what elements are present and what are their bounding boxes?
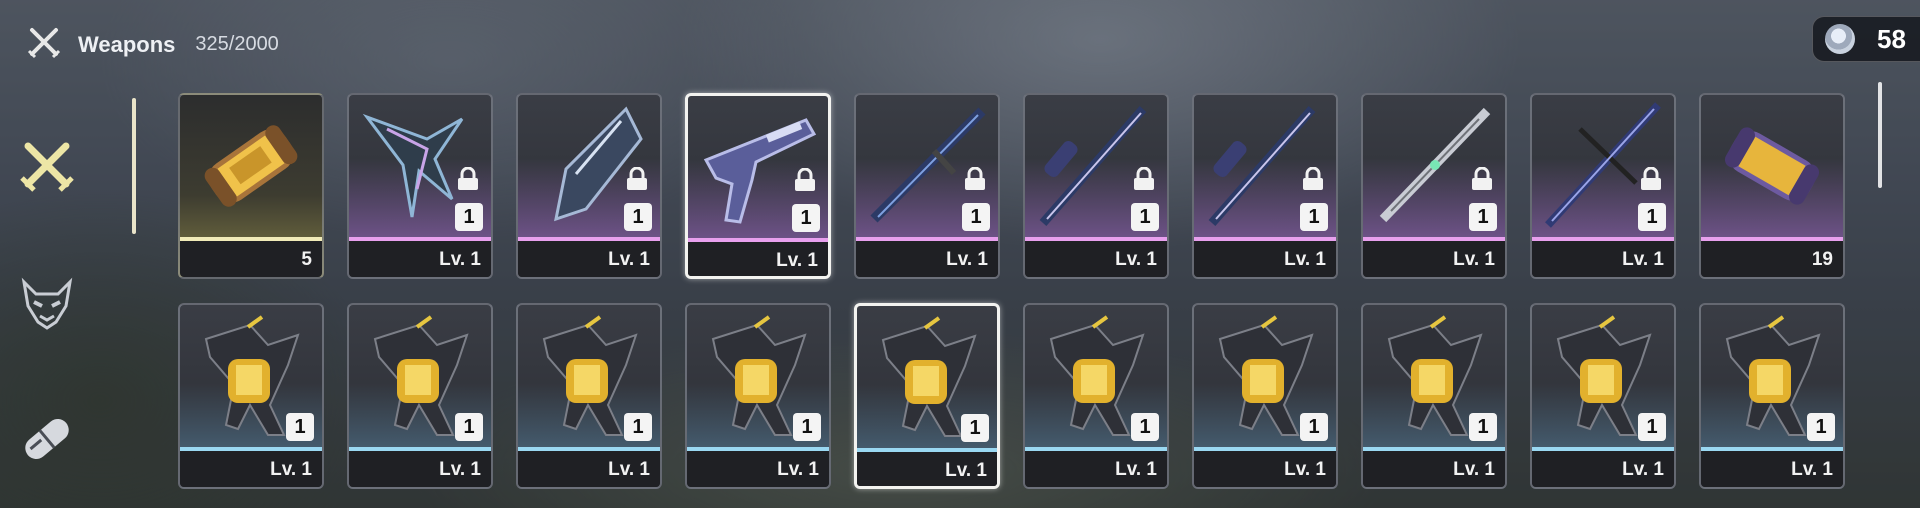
rank-badge: 1 bbox=[792, 204, 820, 232]
card-footer-label: Lv. 1 bbox=[1532, 241, 1674, 277]
card-footer-label: Lv. 1 bbox=[687, 451, 829, 487]
weapon-card-broadblade[interactable]: 1 Lv. 1 bbox=[516, 93, 662, 279]
weapon-card-gold-gauntlet[interactable]: 1 Lv. 1 bbox=[1699, 303, 1845, 489]
rank-badge: 1 bbox=[1469, 413, 1497, 441]
card-footer-label: Lv. 1 bbox=[180, 451, 322, 487]
card-footer-label: Lv. 1 bbox=[1363, 241, 1505, 277]
rank-badge: 1 bbox=[1638, 203, 1666, 231]
card-footer-label: 19 bbox=[1701, 241, 1843, 277]
weapon-card-rectifier[interactable]: 1 Lv. 1 bbox=[1192, 93, 1338, 279]
card-footer-label: Lv. 1 bbox=[1194, 241, 1336, 277]
card-footer-label: Lv. 1 bbox=[518, 451, 660, 487]
weapon-card-pistol[interactable]: 1 Lv. 1 bbox=[685, 93, 831, 279]
card-footer-label: Lv. 1 bbox=[518, 241, 660, 277]
weapon-card-rectifier[interactable]: 1 Lv. 1 bbox=[1023, 93, 1169, 279]
weapon-card-sword[interactable]: 1 Lv. 1 bbox=[854, 93, 1000, 279]
lock-icon bbox=[795, 168, 815, 191]
lock-icon bbox=[965, 167, 985, 190]
inventory-count: 325/2000 bbox=[195, 33, 279, 55]
purple-capsule-icon bbox=[1724, 127, 1820, 205]
crossed-swords-icon bbox=[24, 22, 64, 67]
rank-badge: 1 bbox=[1300, 203, 1328, 231]
card-footer-label: 5 bbox=[180, 241, 322, 277]
weapon-card-gold-gauntlet[interactable]: 1 Lv. 1 bbox=[1530, 303, 1676, 489]
card-footer-label: Lv. 1 bbox=[1363, 451, 1505, 487]
page-header: Weapons 325/2000 bbox=[24, 22, 279, 67]
card-footer-label: Lv. 1 bbox=[1532, 451, 1674, 487]
lock-icon bbox=[627, 167, 647, 190]
rank-badge: 1 bbox=[961, 414, 989, 442]
currency-amount: 58 bbox=[1877, 23, 1906, 54]
tab-weapons[interactable] bbox=[12, 130, 82, 200]
scrollbar[interactable] bbox=[1878, 82, 1882, 188]
card-footer-label: Lv. 1 bbox=[349, 241, 491, 277]
tab-echoes[interactable] bbox=[12, 268, 82, 338]
weapon-card-gold-gauntlet[interactable]: 1 Lv. 1 bbox=[685, 303, 831, 489]
card-footer-label: Lv. 1 bbox=[349, 451, 491, 487]
card-footer-label: Lv. 1 bbox=[856, 241, 998, 277]
weapon-card-gold-gauntlet[interactable]: 1 Lv. 1 bbox=[1361, 303, 1507, 489]
weapon-card-gold-gauntlet[interactable]: 1 Lv. 1 bbox=[178, 303, 324, 489]
lock-icon bbox=[458, 167, 478, 190]
rank-badge: 1 bbox=[624, 413, 652, 441]
card-footer-label: Lv. 1 bbox=[1025, 241, 1167, 277]
demon-mask-icon bbox=[21, 277, 73, 330]
card-footer-label: Lv. 1 bbox=[688, 242, 828, 276]
lock-icon bbox=[1134, 167, 1154, 190]
capsule-icon bbox=[25, 419, 69, 459]
card-footer-label: Lv. 1 bbox=[1701, 451, 1843, 487]
lock-icon bbox=[1472, 167, 1492, 190]
weapon-card-gold-gauntlet[interactable]: 1 Lv. 1 bbox=[516, 303, 662, 489]
rank-badge: 1 bbox=[455, 413, 483, 441]
weapon-card-blade[interactable]: 1 Lv. 1 bbox=[1361, 93, 1507, 279]
rank-badge: 1 bbox=[455, 203, 483, 231]
lock-icon bbox=[1641, 167, 1661, 190]
crossed-swords-icon bbox=[20, 142, 74, 192]
rank-badge: 1 bbox=[1469, 203, 1497, 231]
rank-badge: 1 bbox=[286, 413, 314, 441]
weapon-card-gold-gauntlet[interactable]: 1 Lv. 1 bbox=[1192, 303, 1338, 489]
weapon-card-gold-gauntlet[interactable]: 1 Lv. 1 bbox=[854, 303, 1000, 489]
active-tab-indicator bbox=[132, 98, 136, 234]
weapon-card-gold-capsule[interactable]: 5 bbox=[178, 93, 324, 279]
rank-badge: 1 bbox=[624, 203, 652, 231]
gold-capsule-icon bbox=[204, 125, 298, 207]
card-footer-label: Lv. 1 bbox=[1194, 451, 1336, 487]
currency-display[interactable]: 58 bbox=[1812, 16, 1920, 62]
rank-badge: 1 bbox=[1807, 413, 1835, 441]
rank-badge: 1 bbox=[1638, 413, 1666, 441]
weapon-card-gold-gauntlet[interactable]: 1 Lv. 1 bbox=[1023, 303, 1169, 489]
lock-icon bbox=[1303, 167, 1323, 190]
weapon-card-gauntlet[interactable]: 1 Lv. 1 bbox=[347, 93, 493, 279]
card-footer-label: Lv. 1 bbox=[1025, 451, 1167, 487]
weapon-card-gold-gauntlet[interactable]: 1 Lv. 1 bbox=[347, 303, 493, 489]
rank-badge: 1 bbox=[962, 203, 990, 231]
rank-badge: 1 bbox=[1300, 413, 1328, 441]
rank-badge: 1 bbox=[1131, 413, 1159, 441]
page-title: Weapons bbox=[78, 31, 176, 57]
rank-badge: 1 bbox=[1131, 203, 1159, 231]
card-footer-label: Lv. 1 bbox=[857, 452, 997, 486]
weapon-card-spear[interactable]: 1 Lv. 1 bbox=[1530, 93, 1676, 279]
weapon-card-purple-capsule[interactable]: 19 bbox=[1699, 93, 1845, 279]
rank-badge: 1 bbox=[793, 413, 821, 441]
coin-icon bbox=[1825, 24, 1855, 54]
tab-items[interactable] bbox=[12, 404, 82, 474]
